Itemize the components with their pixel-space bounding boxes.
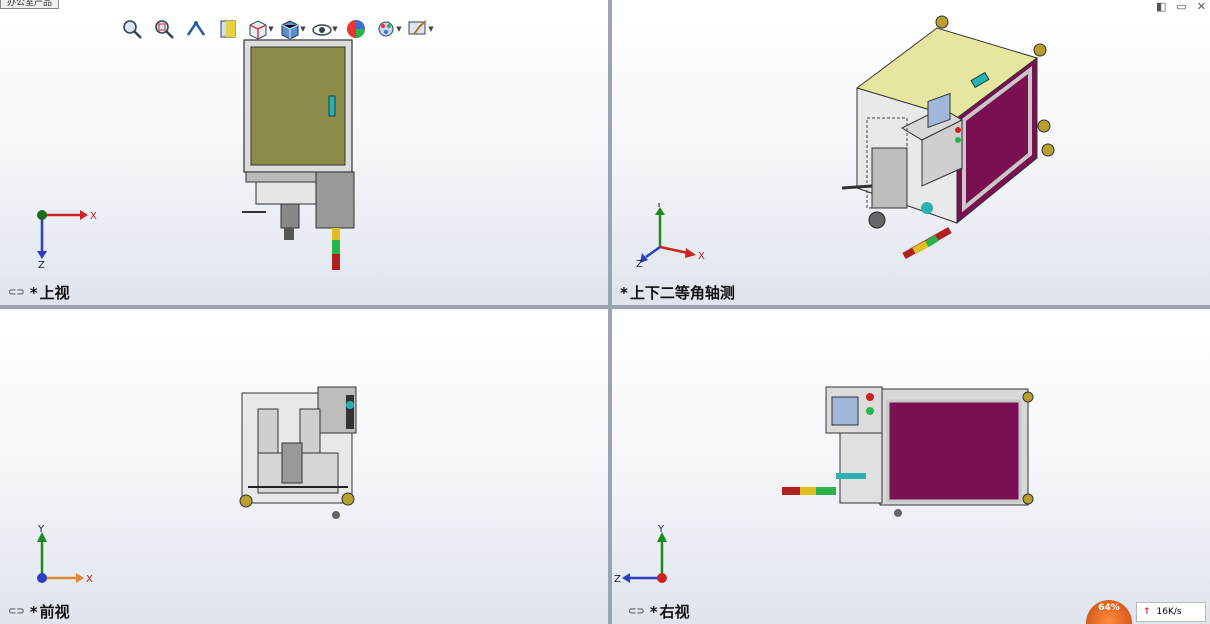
previous-view-icon[interactable] bbox=[182, 16, 210, 42]
link-views-icon: ⊂⊃ bbox=[628, 606, 645, 617]
axis-y-label: Y bbox=[657, 524, 665, 535]
viewport-front[interactable]: X Y ⊂⊃ * 前视 bbox=[0, 309, 608, 624]
upload-arrow-icon: ↑ bbox=[1143, 607, 1151, 617]
upload-speed: ↑ 16K/s bbox=[1136, 602, 1206, 622]
axis-z-label: Z bbox=[614, 574, 621, 585]
axis-x-label: X bbox=[86, 574, 93, 585]
viewport-label-front: ⊂⊃ * 前视 bbox=[8, 602, 70, 622]
cpu-percent-badge[interactable]: 64% bbox=[1086, 600, 1132, 624]
axis-y-label: Y bbox=[37, 524, 45, 535]
axis-triad-right: Y Z bbox=[614, 524, 667, 585]
zoom-to-fit-icon[interactable] bbox=[118, 16, 146, 42]
link-views-icon: ⊂⊃ bbox=[8, 606, 25, 617]
tile-icon[interactable]: ◧ bbox=[1156, 0, 1166, 13]
menu-tab[interactable]: 办公室产品 bbox=[0, 0, 60, 9]
link-views-icon: ⊂⊃ bbox=[8, 287, 25, 298]
axis-x-label: X bbox=[698, 251, 705, 262]
axis-z-label: Z bbox=[38, 260, 45, 269]
model-iso-view[interactable] bbox=[822, 8, 1062, 268]
model-front-view[interactable] bbox=[238, 383, 364, 523]
axis-y-label: Y bbox=[655, 203, 663, 210]
viewport-iso[interactable]: ◧ ▭ ✕ X Y Z * 上下二等角轴测 bbox=[612, 0, 1210, 305]
restore-icon[interactable]: ▭ bbox=[1176, 0, 1186, 13]
axis-triad-top: X Z bbox=[37, 210, 97, 269]
viewport-label-top: ⊂⊃ * 上视 bbox=[8, 283, 70, 303]
axis-triad-iso: X Y Z bbox=[636, 203, 705, 267]
network-speed-widget: 64% ↑ 16K/s bbox=[1086, 600, 1206, 624]
view-settings-icon[interactable]: ▼ bbox=[406, 16, 434, 42]
viewport-right[interactable]: Y Z ⊂⊃ * 右视 64% ↑ 16K/s bbox=[612, 309, 1210, 624]
viewport-label-iso: * 上下二等角轴测 bbox=[620, 283, 735, 303]
model-right-view[interactable] bbox=[780, 383, 1040, 523]
axis-z-label: Z bbox=[636, 259, 643, 267]
apply-scene-icon[interactable]: ▼ bbox=[374, 16, 402, 42]
viewport-label-right: ⊂⊃ * 右视 bbox=[628, 602, 690, 622]
viewport-window-controls: ◧ ▭ ✕ bbox=[1156, 0, 1206, 13]
axis-x-label: X bbox=[90, 211, 97, 222]
viewport-top[interactable]: 办公室产品 ▼ ▼ ▼ ▼ ▼ X Z ⊂⊃ * 上视 bbox=[0, 0, 608, 305]
close-icon[interactable]: ✕ bbox=[1197, 0, 1206, 13]
zoom-to-area-icon[interactable] bbox=[150, 16, 178, 42]
model-top-view[interactable] bbox=[236, 36, 366, 276]
axis-triad-front: X Y bbox=[37, 524, 93, 585]
